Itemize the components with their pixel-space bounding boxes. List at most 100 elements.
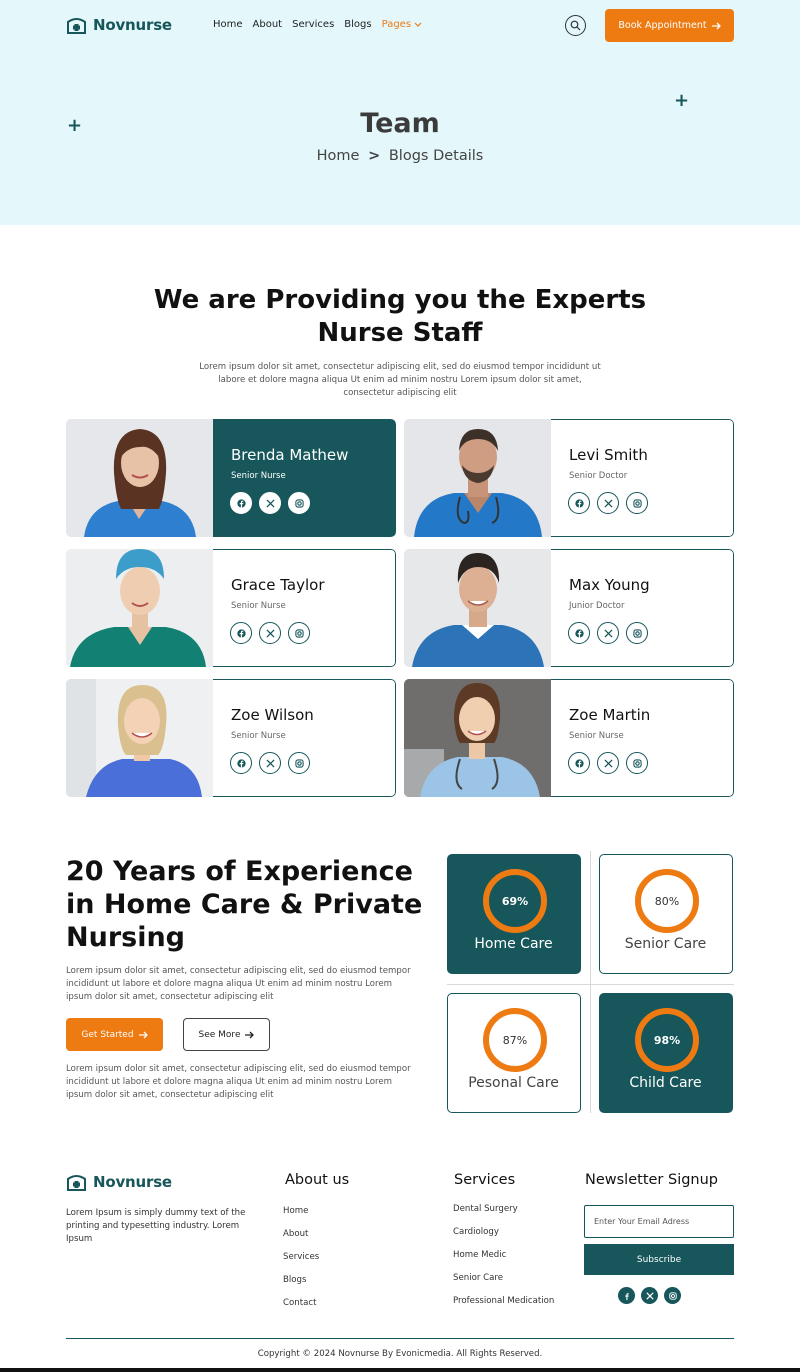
page-hero: Novnurse Home About Services Blogs Pages…	[0, 0, 800, 225]
instagram-icon[interactable]	[288, 752, 310, 774]
search-icon	[570, 20, 581, 31]
footer-link[interactable]: Services	[283, 1252, 319, 1275]
team-card: Grace Taylor Senior Nurse	[66, 549, 396, 667]
x-icon[interactable]	[641, 1287, 658, 1304]
team-description: Lorem ipsum dolor sit amet, consectetur …	[199, 362, 601, 398]
instagram-icon[interactable]	[626, 752, 648, 774]
nav-pages-label: Pages	[381, 19, 412, 30]
member-role: Senior Nurse	[569, 731, 624, 741]
arrow-right-icon	[138, 1031, 148, 1038]
experience-text-secondary: Lorem ipsum dolor sit amet, consectetur …	[66, 1064, 411, 1100]
member-name: Brenda Mathew	[231, 446, 349, 464]
member-role: Junior Doctor	[569, 601, 625, 611]
arrow-right-icon	[245, 1031, 255, 1038]
member-info: Zoe Wilson Senior Nurse	[213, 679, 396, 797]
nav-about[interactable]: About	[253, 19, 283, 30]
footer-link[interactable]: Home	[283, 1206, 319, 1229]
breadcrumb: Home > Blogs Details	[0, 148, 800, 164]
stat-label: Pesonal Care	[468, 1075, 559, 1091]
nurse-cap-icon	[67, 18, 86, 34]
footer-link[interactable]: Contact	[283, 1298, 319, 1321]
subscribe-button[interactable]: Subscribe	[584, 1244, 734, 1275]
footer-link[interactable]: Professional Medication	[453, 1296, 554, 1307]
nav-pages[interactable]: Pages	[382, 19, 422, 30]
facebook-icon[interactable]	[568, 752, 590, 774]
x-icon[interactable]	[597, 492, 619, 514]
nav-blogs[interactable]: Blogs	[344, 19, 371, 30]
x-icon[interactable]	[259, 752, 281, 774]
footer-link[interactable]: Blogs	[283, 1275, 319, 1298]
brand-name: Novnurse	[93, 1173, 172, 1191]
member-name: Zoe Martin	[569, 706, 651, 724]
brand-name: Novnurse	[93, 16, 172, 34]
member-socials	[230, 752, 310, 774]
stat-ring: 98%	[635, 1008, 699, 1072]
x-icon[interactable]	[597, 752, 619, 774]
footer-divider	[66, 1338, 734, 1339]
member-role: Senior Nurse	[231, 601, 286, 611]
member-socials	[568, 492, 648, 514]
get-started-button[interactable]: Get Started	[66, 1018, 163, 1051]
member-info: Zoe Martin Senior Nurse	[551, 679, 734, 797]
member-photo	[404, 679, 551, 797]
member-socials	[230, 492, 310, 514]
instagram-icon[interactable]	[626, 622, 648, 644]
breadcrumb-home[interactable]: Home	[317, 148, 360, 164]
member-name: Grace Taylor	[231, 576, 325, 594]
nav-services[interactable]: Services	[292, 19, 334, 30]
stat-ring: 69%	[483, 869, 547, 933]
footer-services-heading: Services	[454, 1172, 516, 1188]
footer-link[interactable]: Home Medic	[453, 1250, 554, 1273]
member-socials	[568, 622, 648, 644]
footer-link[interactable]: Dental Surgery	[453, 1204, 554, 1227]
footer-description: Lorem Ipsum is simply dummy text of the …	[66, 1208, 246, 1244]
footer-services-links: Dental Surgery Cardiology Home Medic Sen…	[453, 1204, 554, 1307]
instagram-icon[interactable]	[626, 492, 648, 514]
get-started-label: Get Started	[81, 1029, 134, 1040]
team-card: Levi Smith Senior Doctor	[404, 419, 734, 537]
member-photo	[66, 549, 213, 667]
copyright-text: Copyright © 2024 Novnurse By Evonicmedia…	[257, 1349, 543, 1359]
team-heading-line2: Nurse Staff	[317, 318, 483, 348]
member-photo	[404, 549, 551, 667]
nurse-cap-icon	[67, 1175, 86, 1191]
member-role: Senior Doctor	[569, 471, 628, 481]
facebook-icon[interactable]	[568, 622, 590, 644]
footer-link[interactable]: Senior Care	[453, 1273, 554, 1296]
newsletter-email-input[interactable]: Enter Your Email Adress	[584, 1205, 734, 1238]
nav-home[interactable]: Home	[213, 19, 243, 30]
member-info: Grace Taylor Senior Nurse	[213, 549, 396, 667]
stat-card: 69% Home Care	[447, 854, 581, 974]
main-nav: Home About Services Blogs Pages	[213, 19, 422, 30]
facebook-icon[interactable]	[568, 492, 590, 514]
footer-link[interactable]: Cardiology	[453, 1227, 554, 1250]
search-button[interactable]	[565, 15, 586, 36]
book-appointment-button[interactable]: Book Appointment	[605, 9, 734, 42]
member-role: Senior Nurse	[231, 731, 286, 741]
x-icon[interactable]	[259, 492, 281, 514]
see-more-button[interactable]: See More	[183, 1018, 270, 1051]
breadcrumb-current: Blogs Details	[388, 148, 484, 164]
instagram-icon[interactable]	[664, 1287, 681, 1304]
facebook-icon[interactable]	[230, 622, 252, 644]
facebook-icon[interactable]	[618, 1287, 635, 1304]
member-name: Max Young	[569, 576, 650, 594]
member-name: Levi Smith	[569, 446, 648, 464]
instagram-icon[interactable]	[288, 622, 310, 644]
experience-text: Lorem ipsum dolor sit amet, consectetur …	[66, 966, 411, 1002]
facebook-icon[interactable]	[230, 752, 252, 774]
footer-link[interactable]: About	[283, 1229, 319, 1252]
member-photo	[66, 419, 213, 537]
brand-logo[interactable]: Novnurse	[66, 16, 172, 34]
footer-logo[interactable]: Novnurse	[66, 1173, 172, 1191]
chevron-down-icon	[414, 22, 422, 27]
instagram-icon[interactable]	[288, 492, 310, 514]
team-card: Zoe Wilson Senior Nurse	[66, 679, 396, 797]
facebook-icon[interactable]	[230, 492, 252, 514]
x-icon[interactable]	[259, 622, 281, 644]
stats-divider-vertical	[590, 851, 591, 1113]
x-icon[interactable]	[597, 622, 619, 644]
bottom-edge	[0, 1368, 800, 1372]
team-heading-line1: We are Providing you the Experts	[153, 285, 647, 315]
stat-label: Senior Care	[624, 936, 707, 952]
